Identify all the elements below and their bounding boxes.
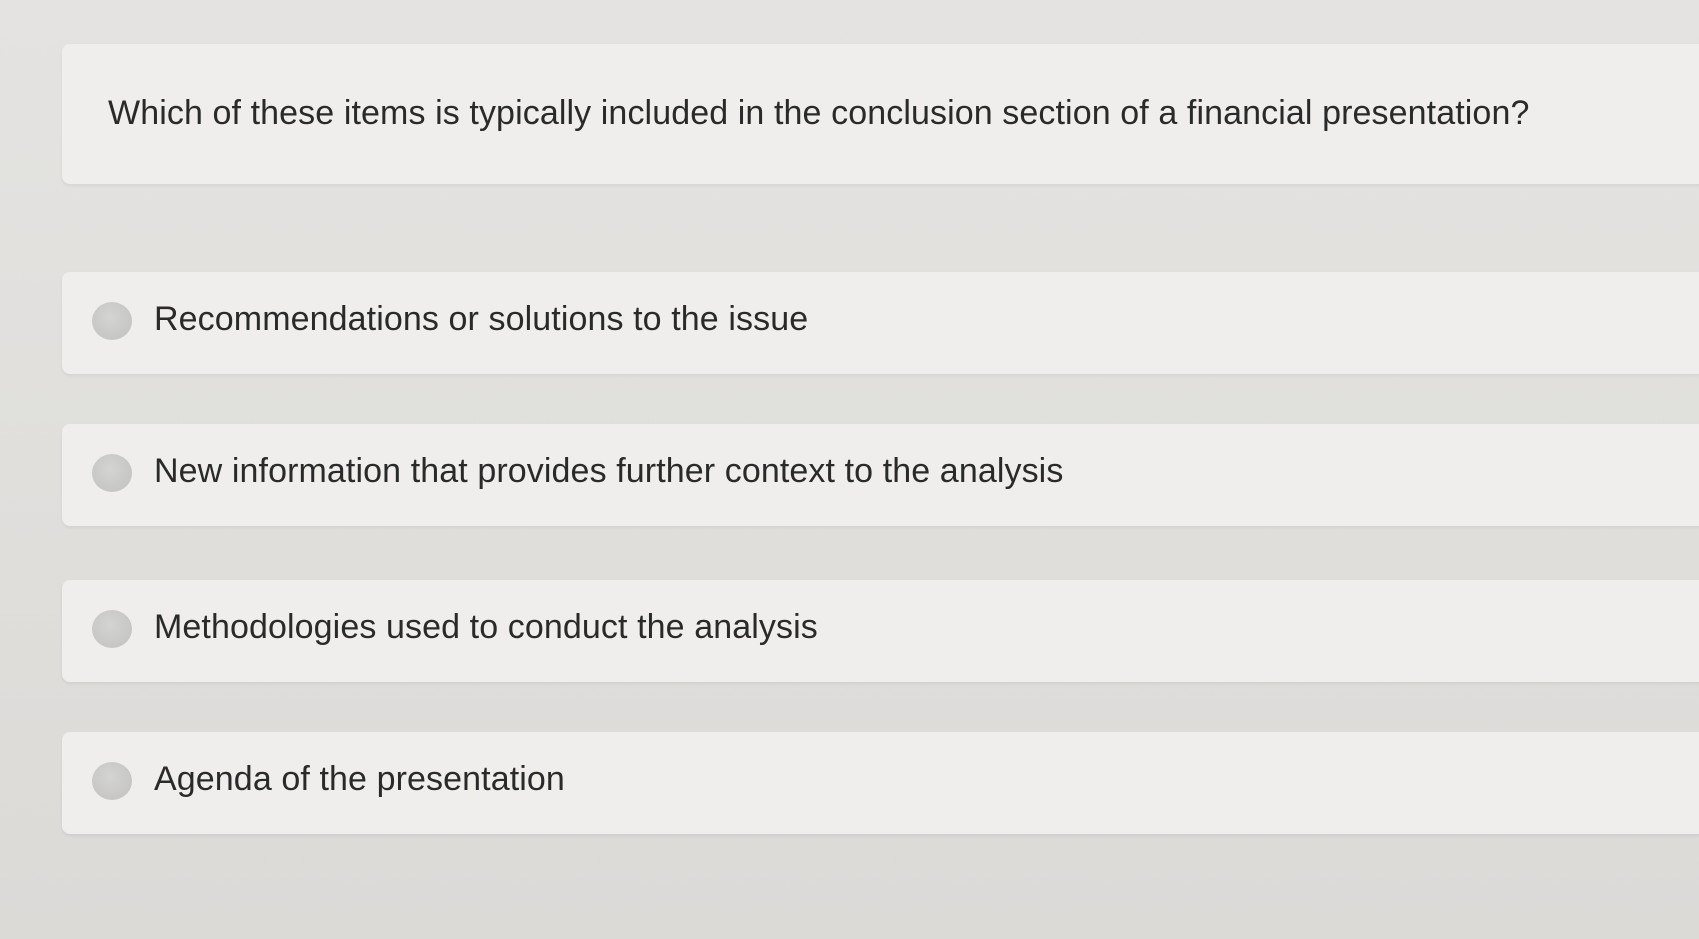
- answer-option-2[interactable]: New information that provides further co…: [62, 424, 1699, 526]
- answer-option-3[interactable]: Methodologies used to conduct the analys…: [62, 580, 1699, 682]
- answer-option-4[interactable]: Agenda of the presentation: [62, 732, 1699, 834]
- answer-option-label: Agenda of the presentation: [154, 760, 565, 798]
- radio-button-icon[interactable]: [92, 302, 132, 340]
- question-card: Which of these items is typically includ…: [62, 44, 1699, 184]
- quiz-screen: Which of these items is typically includ…: [0, 0, 1699, 939]
- radio-button-icon[interactable]: [92, 454, 132, 492]
- radio-button-icon[interactable]: [92, 762, 132, 800]
- answer-option-label: Recommendations or solutions to the issu…: [154, 300, 809, 338]
- answer-option-1[interactable]: Recommendations or solutions to the issu…: [62, 272, 1699, 374]
- question-text: Which of these items is typically includ…: [108, 94, 1530, 132]
- answer-option-label: Methodologies used to conduct the analys…: [154, 608, 818, 646]
- radio-button-icon[interactable]: [92, 610, 132, 648]
- answer-option-label: New information that provides further co…: [154, 452, 1064, 490]
